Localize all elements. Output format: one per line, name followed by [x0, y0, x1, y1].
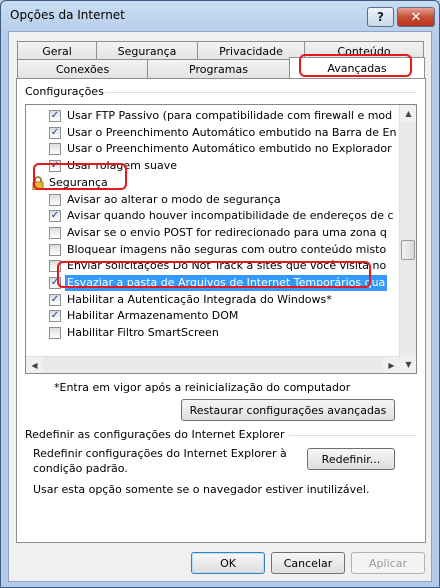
setting-option-row[interactable]: ✓ Avisar quando houver incompatibilidade … [26, 208, 400, 224]
ok-button[interactable]: OK [191, 552, 265, 574]
checkbox-unchecked[interactable] [49, 143, 61, 156]
annotation-empty-temp-files [57, 261, 371, 288]
window-title: Opções da Internet [10, 8, 125, 22]
setting-option-row[interactable]: ✓ Habilitar Armazenamento DOM [26, 308, 400, 324]
annotation-security-category [33, 163, 127, 190]
setting-option-row[interactable]: ✓ Usar FTP Passivo (para compatibilidade … [26, 108, 400, 124]
setting-option-row[interactable]: ✓ Habilitar a Autenticação Integrada do W… [26, 292, 400, 308]
close-button[interactable]: ✕ [397, 7, 435, 27]
scroll-left-icon[interactable]: ◀ [26, 357, 43, 373]
checkbox-unchecked[interactable] [49, 226, 61, 239]
checkbox-unchecked[interactable] [49, 327, 61, 340]
checkbox-checked[interactable]: ✓ [49, 310, 61, 323]
advanced-tab-panel: Configurações ✓ Usar FTP Passivo (para co… [16, 78, 426, 543]
scroll-down-icon[interactable]: ▼ [400, 356, 416, 373]
setting-option-label: Avisar quando houver incompatibilidade d… [67, 209, 394, 223]
checkbox-unchecked[interactable] [49, 243, 61, 256]
reset-hint: Usar esta opção somente se o navegador e… [33, 483, 370, 496]
scroll-thumb[interactable] [401, 240, 415, 260]
tab-programas[interactable]: Programas [147, 59, 290, 78]
setting-option-row[interactable]: Habilitar Filtro SmartScreen [26, 325, 400, 341]
settings-list-content: ✓ Usar FTP Passivo (para compatibilidade … [26, 105, 400, 373]
tab-geral[interactable]: Geral [17, 41, 97, 60]
checkbox-unchecked[interactable] [49, 193, 61, 206]
settings-group-divider [105, 92, 417, 93]
setting-option-label: Usar o Preenchimento Automático embutido… [67, 142, 392, 156]
internet-options-window: Opções da Internet ? ✕ Geral Segurança P… [0, 0, 440, 588]
tab-seguranca[interactable]: Segurança [96, 41, 198, 60]
checkbox-checked[interactable]: ✓ [49, 110, 61, 122]
title-bar[interactable]: Opções da Internet ? ✕ [1, 1, 439, 31]
scroll-right-icon[interactable]: ▶ [383, 357, 400, 373]
reset-group-divider [289, 435, 417, 436]
scroll-up-icon[interactable]: ▲ [400, 105, 416, 122]
restart-note: *Entra em vigor após a reinicialização d… [54, 381, 351, 394]
setting-option-label: Bloquear imagens não seguras com outro c… [67, 242, 387, 256]
settings-tree-list[interactable]: ✓ Usar FTP Passivo (para compatibilidade … [25, 104, 417, 374]
annotation-avancadas-tab [299, 54, 412, 77]
setting-option-row[interactable]: Avisar ao alterar o modo de segurança [26, 192, 400, 208]
checkbox-checked[interactable]: ✓ [49, 126, 61, 139]
setting-option-row[interactable]: Bloquear imagens não seguras com outro c… [26, 242, 400, 258]
setting-option-label: Avisar se o envio POST for redirecionado… [67, 225, 387, 239]
cancel-button[interactable]: Cancelar [271, 552, 345, 574]
dialog-client-area: Geral Segurança Privacidade Conteúdo Con… [8, 31, 432, 582]
setting-option-label: Habilitar a Autenticação Integrada do Wi… [67, 292, 332, 306]
horizontal-scrollbar[interactable]: ◀ ▶ [26, 356, 400, 373]
setting-option-row[interactable]: Avisar se o envio POST for redirecionado… [26, 225, 400, 241]
reset-group-label: Redefinir as configurações do Internet E… [25, 428, 285, 441]
tab-conexoes[interactable]: Conexões [17, 59, 148, 78]
vertical-scrollbar[interactable]: ▲ ▼ [399, 105, 416, 373]
apply-button[interactable]: Aplicar [351, 552, 425, 574]
restore-advanced-settings-button[interactable]: Restaurar configurações avançadas [181, 399, 395, 421]
setting-option-label: Habilitar Filtro SmartScreen [67, 326, 219, 340]
setting-option-label: Habilitar Armazenamento DOM [67, 309, 239, 323]
setting-option-row[interactable]: ✓ Usar o Preenchimento Automático embutid… [26, 125, 400, 141]
setting-option-label: Usar FTP Passivo (para compatibilidade c… [67, 109, 393, 122]
help-button[interactable]: ? [367, 7, 394, 27]
setting-option-row[interactable]: Usar o Preenchimento Automático embutido… [26, 141, 400, 157]
reset-description: Redefinir configurações do Internet Expl… [33, 447, 287, 475]
setting-option-label: Usar o Preenchimento Automático embutido… [67, 125, 397, 139]
checkbox-checked[interactable]: ✓ [49, 293, 61, 306]
settings-group-label: Configurações [25, 85, 104, 98]
checkbox-checked[interactable]: ✓ [49, 210, 61, 223]
reset-button[interactable]: Redefinir... [307, 448, 395, 470]
setting-option-label: Avisar ao alterar o modo de segurança [67, 192, 281, 206]
